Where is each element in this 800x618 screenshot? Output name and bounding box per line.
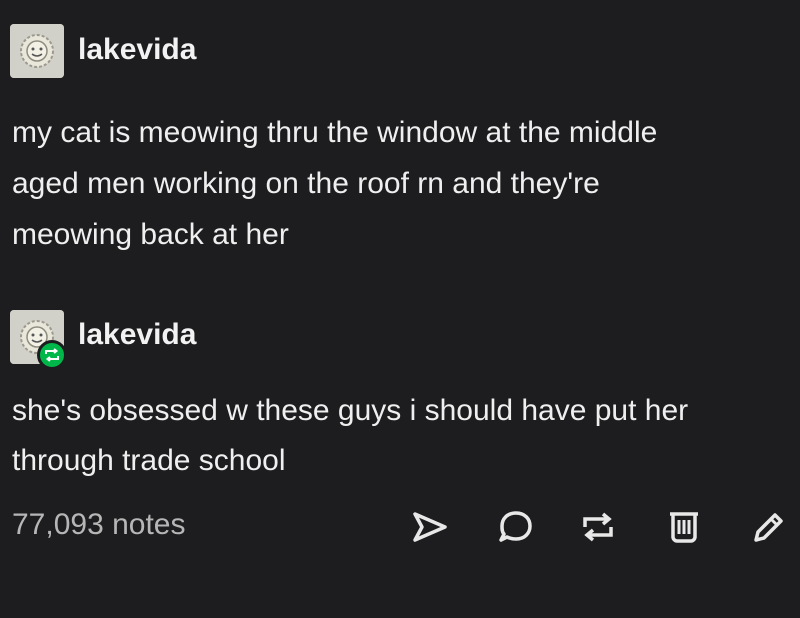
reblog-icon (583, 512, 613, 542)
post-body-line: my cat is meowing thru the window at the… (12, 116, 658, 149)
post-body-line: aged men working on the roof rn and they… (12, 167, 600, 200)
post-author-username[interactable]: lakevida (78, 33, 196, 67)
reblog-author-username[interactable]: lakevida (78, 318, 196, 352)
reblog-button[interactable] (578, 506, 618, 548)
reblog-badge (37, 340, 67, 370)
edit-button[interactable] (748, 506, 788, 548)
post-actions (0, 506, 800, 550)
post-body: my cat is meowing thru the window at the… (12, 107, 792, 260)
edit-icon (754, 513, 783, 542)
sun-face-avatar-icon (10, 24, 64, 78)
reblog-icon (45, 348, 59, 362)
reblog-body-line: she's obsessed w these guys i should hav… (12, 394, 689, 427)
reblog-body: she's obsessed w these guys i should hav… (12, 386, 792, 486)
delete-icon (670, 512, 698, 543)
avatar[interactable] (10, 24, 64, 78)
share-button[interactable] (410, 506, 450, 548)
delete-button[interactable] (664, 506, 704, 548)
reply-icon (499, 511, 532, 542)
reblog-body-line: through trade school (12, 444, 286, 477)
reply-button[interactable] (496, 506, 536, 548)
post-body-line: meowing back at her (12, 218, 289, 251)
share-icon (413, 512, 447, 542)
